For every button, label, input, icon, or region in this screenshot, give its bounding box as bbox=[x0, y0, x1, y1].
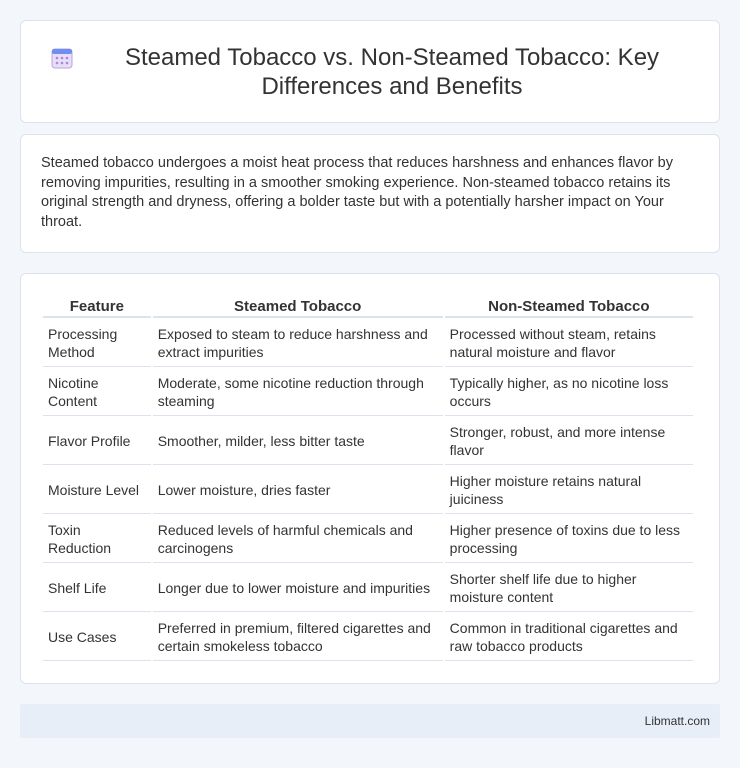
steamed-cell: Moderate, some nicotine reduction throug… bbox=[152, 367, 443, 416]
table-row: Processing Method Exposed to steam to re… bbox=[43, 318, 693, 367]
feature-cell: Processing Method bbox=[43, 318, 151, 367]
table-row: Moisture Level Lower moisture, dries fas… bbox=[43, 465, 693, 514]
comparison-table: Feature Steamed Tobacco Non-Steamed Toba… bbox=[41, 294, 695, 661]
non-steamed-cell: Shorter shelf life due to higher moistur… bbox=[444, 563, 693, 612]
feature-cell: Shelf Life bbox=[43, 563, 151, 612]
non-steamed-cell: Higher moisture retains natural juicines… bbox=[444, 465, 693, 514]
feature-cell: Moisture Level bbox=[43, 465, 151, 514]
page-title: Steamed Tobacco vs. Non-Steamed Tobacco:… bbox=[124, 43, 660, 100]
non-steamed-cell: Typically higher, as no nicotine loss oc… bbox=[444, 367, 693, 416]
steamed-cell: Longer due to lower moisture and impurit… bbox=[152, 563, 443, 612]
feature-cell: Flavor Profile bbox=[43, 416, 151, 465]
intro-card: Steamed tobacco undergoes a moist heat p… bbox=[20, 134, 720, 253]
calendar-icon bbox=[51, 47, 73, 69]
steamed-cell: Reduced levels of harmful chemicals and … bbox=[152, 514, 443, 563]
footer-brand[interactable]: Libmatt.com bbox=[645, 714, 710, 728]
header-non-steamed: Non-Steamed Tobacco bbox=[444, 294, 693, 318]
feature-cell: Use Cases bbox=[43, 612, 151, 661]
table-row: Nicotine Content Moderate, some nicotine… bbox=[43, 367, 693, 416]
steamed-cell: Exposed to steam to reduce harshness and… bbox=[152, 318, 443, 367]
feature-cell: Toxin Reduction bbox=[43, 514, 151, 563]
steamed-cell: Smoother, milder, less bitter taste bbox=[152, 416, 443, 465]
steamed-cell: Lower moisture, dries faster bbox=[152, 465, 443, 514]
table-row: Shelf Life Longer due to lower moisture … bbox=[43, 563, 693, 612]
title-card: Steamed Tobacco vs. Non-Steamed Tobacco:… bbox=[20, 20, 720, 123]
table-row: Toxin Reduction Reduced levels of harmfu… bbox=[43, 514, 693, 563]
feature-cell: Nicotine Content bbox=[43, 367, 151, 416]
intro-paragraph: Steamed tobacco undergoes a moist heat p… bbox=[41, 155, 673, 230]
title-wrap: Steamed Tobacco vs. Non-Steamed Tobacco:… bbox=[51, 43, 689, 101]
non-steamed-cell: Stronger, robust, and more intense flavo… bbox=[444, 416, 693, 465]
header-steamed: Steamed Tobacco bbox=[152, 294, 443, 318]
header-feature: Feature bbox=[43, 294, 151, 318]
non-steamed-cell: Common in traditional cigarettes and raw… bbox=[444, 612, 693, 661]
steamed-cell: Preferred in premium, filtered cigarette… bbox=[152, 612, 443, 661]
footer-bar: Libmatt.com bbox=[20, 704, 720, 738]
comparison-card: Feature Steamed Tobacco Non-Steamed Toba… bbox=[20, 273, 720, 684]
table-row: Flavor Profile Smoother, milder, less bi… bbox=[43, 416, 693, 465]
non-steamed-cell: Higher presence of toxins due to less pr… bbox=[444, 514, 693, 563]
non-steamed-cell: Processed without steam, retains natural… bbox=[444, 318, 693, 367]
table-header-row: Feature Steamed Tobacco Non-Steamed Toba… bbox=[43, 294, 693, 318]
table-row: Use Cases Preferred in premium, filtered… bbox=[43, 612, 693, 661]
